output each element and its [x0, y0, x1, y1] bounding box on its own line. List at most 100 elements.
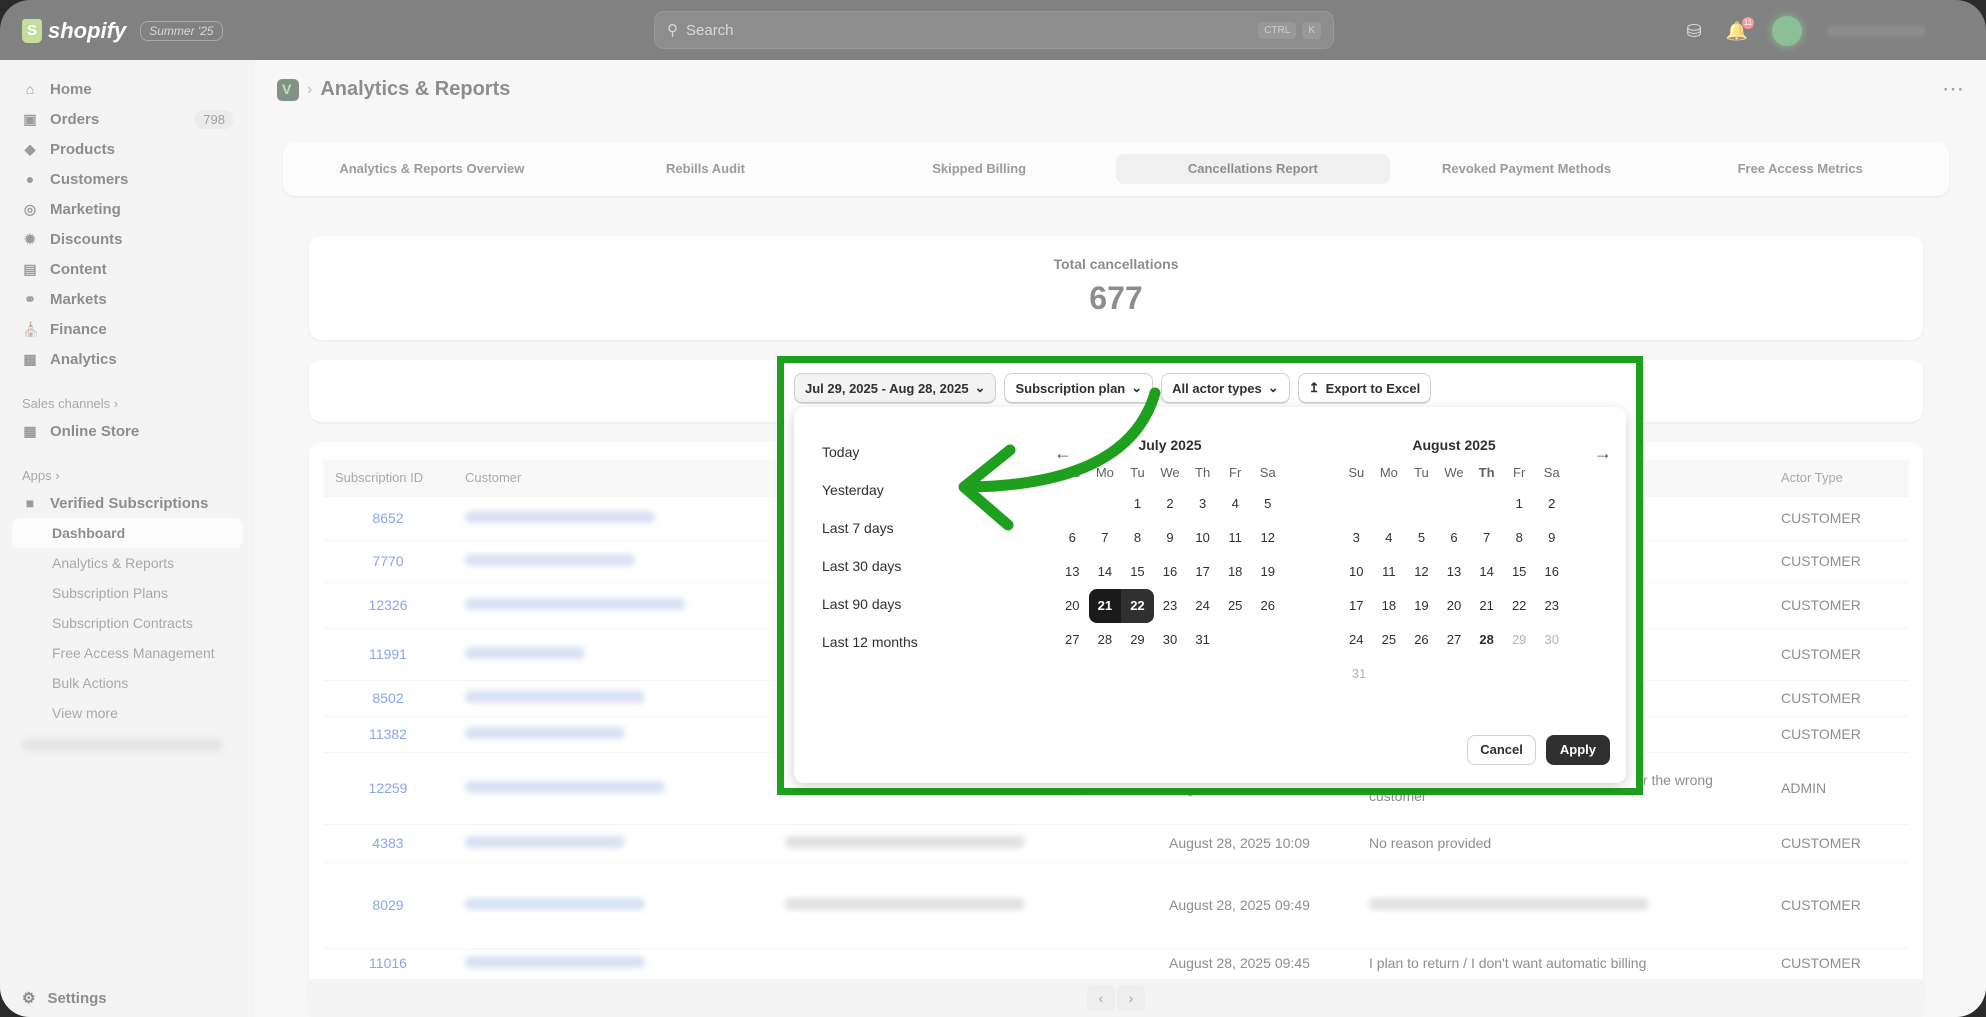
- preset-last-12-months[interactable]: Last 12 months: [814, 623, 926, 661]
- calendar-day[interactable]: 10: [1340, 555, 1373, 589]
- highlight-box: Jul 29, 2025 - Aug 28, 2025 ⌄ Subscriptio…: [777, 356, 1643, 795]
- calendar-day[interactable]: 17: [1340, 589, 1373, 623]
- calendar-day-selected-start[interactable]: 21: [1088, 589, 1122, 623]
- week-row: 17 18 19 20 21 22 23: [1340, 589, 1568, 623]
- calendar-day[interactable]: 11: [1219, 521, 1252, 555]
- calendar-day[interactable]: 13: [1056, 555, 1089, 589]
- chevron-down-icon: ⌄: [1267, 380, 1279, 395]
- weekday-label: Fr: [1229, 465, 1242, 480]
- calendar-day[interactable]: 26: [1405, 623, 1438, 657]
- calendar-day[interactable]: 13: [1438, 555, 1471, 589]
- week-row: 10 11 12 13 14 15 16: [1340, 555, 1568, 589]
- calendar-day[interactable]: 29: [1121, 623, 1154, 657]
- calendar-day[interactable]: 19: [1251, 555, 1284, 589]
- calendar-day[interactable]: 20: [1056, 589, 1089, 623]
- calendar-day[interactable]: 17: [1186, 555, 1219, 589]
- calendar-day[interactable]: 25: [1373, 623, 1406, 657]
- apply-button[interactable]: Apply: [1545, 735, 1610, 765]
- upload-icon: ↥: [1308, 380, 1320, 395]
- preset-today[interactable]: Today: [814, 433, 926, 471]
- calendar-day: [1251, 623, 1284, 657]
- calendar-day[interactable]: 6: [1438, 521, 1471, 555]
- calendar-day[interactable]: 19: [1405, 589, 1438, 623]
- calendar-day-disabled: 30: [1544, 632, 1559, 647]
- calendar-day[interactable]: 30: [1154, 623, 1187, 657]
- weekday-label: Fr: [1513, 465, 1526, 480]
- date-range-label: Jul 29, 2025 - Aug 28, 2025: [805, 380, 969, 396]
- week-row: 20 21 22 23 24 25 26: [1056, 589, 1284, 623]
- calendar-day-selected-end[interactable]: 22: [1121, 589, 1154, 623]
- calendar-day[interactable]: 9: [1535, 521, 1568, 555]
- weekday-label: Sa: [1259, 465, 1276, 480]
- calendar-day[interactable]: 31: [1186, 623, 1219, 657]
- calendar-day-disabled: 29: [1511, 632, 1527, 647]
- date-presets: Today Yesterday Last 7 days Last 30 days…: [814, 433, 926, 661]
- calendar-day[interactable]: 16: [1154, 555, 1187, 589]
- month-title: August 2025: [1412, 437, 1496, 453]
- calendar-day[interactable]: 20: [1438, 589, 1471, 623]
- calendar-day[interactable]: 5: [1405, 521, 1438, 555]
- weekday-row: Su Mo Tu We Th Fr Sa: [1340, 459, 1568, 487]
- calendar-day-today[interactable]: 28: [1470, 623, 1503, 657]
- weekday-label: Sa: [1543, 465, 1560, 480]
- calendar-day[interactable]: 15: [1503, 555, 1536, 589]
- calendar-day[interactable]: 18: [1219, 555, 1252, 589]
- calendar-day[interactable]: 4: [1219, 487, 1252, 521]
- calendar-day[interactable]: 11: [1373, 555, 1406, 589]
- calendar-day[interactable]: 28: [1089, 623, 1122, 657]
- calendar-day[interactable]: 16: [1535, 555, 1568, 589]
- calendar-day: [1438, 487, 1471, 521]
- next-month-icon[interactable]: →: [1594, 443, 1612, 464]
- calendar-day[interactable]: 18: [1373, 589, 1406, 623]
- calendar-day[interactable]: 14: [1089, 555, 1122, 589]
- preset-yesterday[interactable]: Yesterday: [814, 471, 926, 509]
- calendar-day[interactable]: 5: [1251, 487, 1284, 521]
- weekday-label-today: Th: [1478, 465, 1495, 480]
- calendar-day[interactable]: 14: [1470, 555, 1503, 589]
- calendar-day[interactable]: 15: [1121, 555, 1154, 589]
- calendar-day: [1340, 487, 1373, 521]
- calendar-day[interactable]: 24: [1186, 589, 1219, 623]
- weekday-label: Tu: [1414, 465, 1429, 480]
- calendar-day: [1219, 623, 1252, 657]
- calendar-day[interactable]: 4: [1373, 521, 1406, 555]
- calendar-day[interactable]: 10: [1186, 521, 1219, 555]
- week-row: 13 14 15 16 17 18 19: [1056, 555, 1284, 589]
- calendar-day: [1470, 487, 1503, 521]
- picker-actions: Cancel Apply: [1467, 735, 1610, 765]
- preset-last-7-days[interactable]: Last 7 days: [814, 509, 926, 547]
- week-row: 3 4 5 6 7 8 9: [1340, 521, 1568, 555]
- export-excel-button[interactable]: ↥ Export to Excel: [1297, 373, 1432, 403]
- calendar-day[interactable]: 23: [1535, 589, 1568, 623]
- calendar-day-disabled: 31: [1351, 666, 1367, 681]
- calendar-day[interactable]: 7: [1470, 521, 1503, 555]
- weekday-label: Th: [1195, 465, 1211, 480]
- calendar-day[interactable]: 22: [1503, 589, 1536, 623]
- week-row: 27 28 29 30 31: [1056, 623, 1284, 657]
- calendar-day[interactable]: 24: [1340, 623, 1373, 657]
- calendar-day[interactable]: 21: [1470, 589, 1503, 623]
- calendar-day[interactable]: 2: [1535, 487, 1568, 521]
- preset-last-30-days[interactable]: Last 30 days: [814, 547, 926, 585]
- weekday-label: Su: [1348, 465, 1365, 480]
- calendar-day[interactable]: 23: [1154, 589, 1187, 623]
- app-window: shopify Summer '25 ⚲ Search CTRL K ⛁ 🔔11…: [0, 0, 1986, 1017]
- weekday-label: We: [1444, 465, 1464, 480]
- actor-type-dropdown[interactable]: All actor types ⌄: [1161, 373, 1290, 403]
- calendar-day[interactable]: 27: [1056, 623, 1089, 657]
- calendar-day[interactable]: 26: [1251, 589, 1284, 623]
- calendar-day[interactable]: 1: [1503, 487, 1536, 521]
- calendar-day[interactable]: 3: [1340, 521, 1373, 555]
- preset-last-90-days[interactable]: Last 90 days: [814, 585, 926, 623]
- calendar-day[interactable]: 8: [1503, 521, 1536, 555]
- calendar-day[interactable]: 12: [1405, 555, 1438, 589]
- calendar-day: [1405, 487, 1438, 521]
- date-picker-popover: Today Yesterday Last 7 days Last 30 days…: [794, 407, 1626, 783]
- calendar-day[interactable]: 3: [1186, 487, 1219, 521]
- calendar-day[interactable]: 25: [1219, 589, 1252, 623]
- calendar-day[interactable]: 27: [1438, 623, 1471, 657]
- calendar-day[interactable]: 12: [1251, 521, 1284, 555]
- weekday-label: Mo: [1379, 465, 1398, 480]
- cancel-button[interactable]: Cancel: [1467, 735, 1536, 765]
- calendar-day: [1373, 487, 1406, 521]
